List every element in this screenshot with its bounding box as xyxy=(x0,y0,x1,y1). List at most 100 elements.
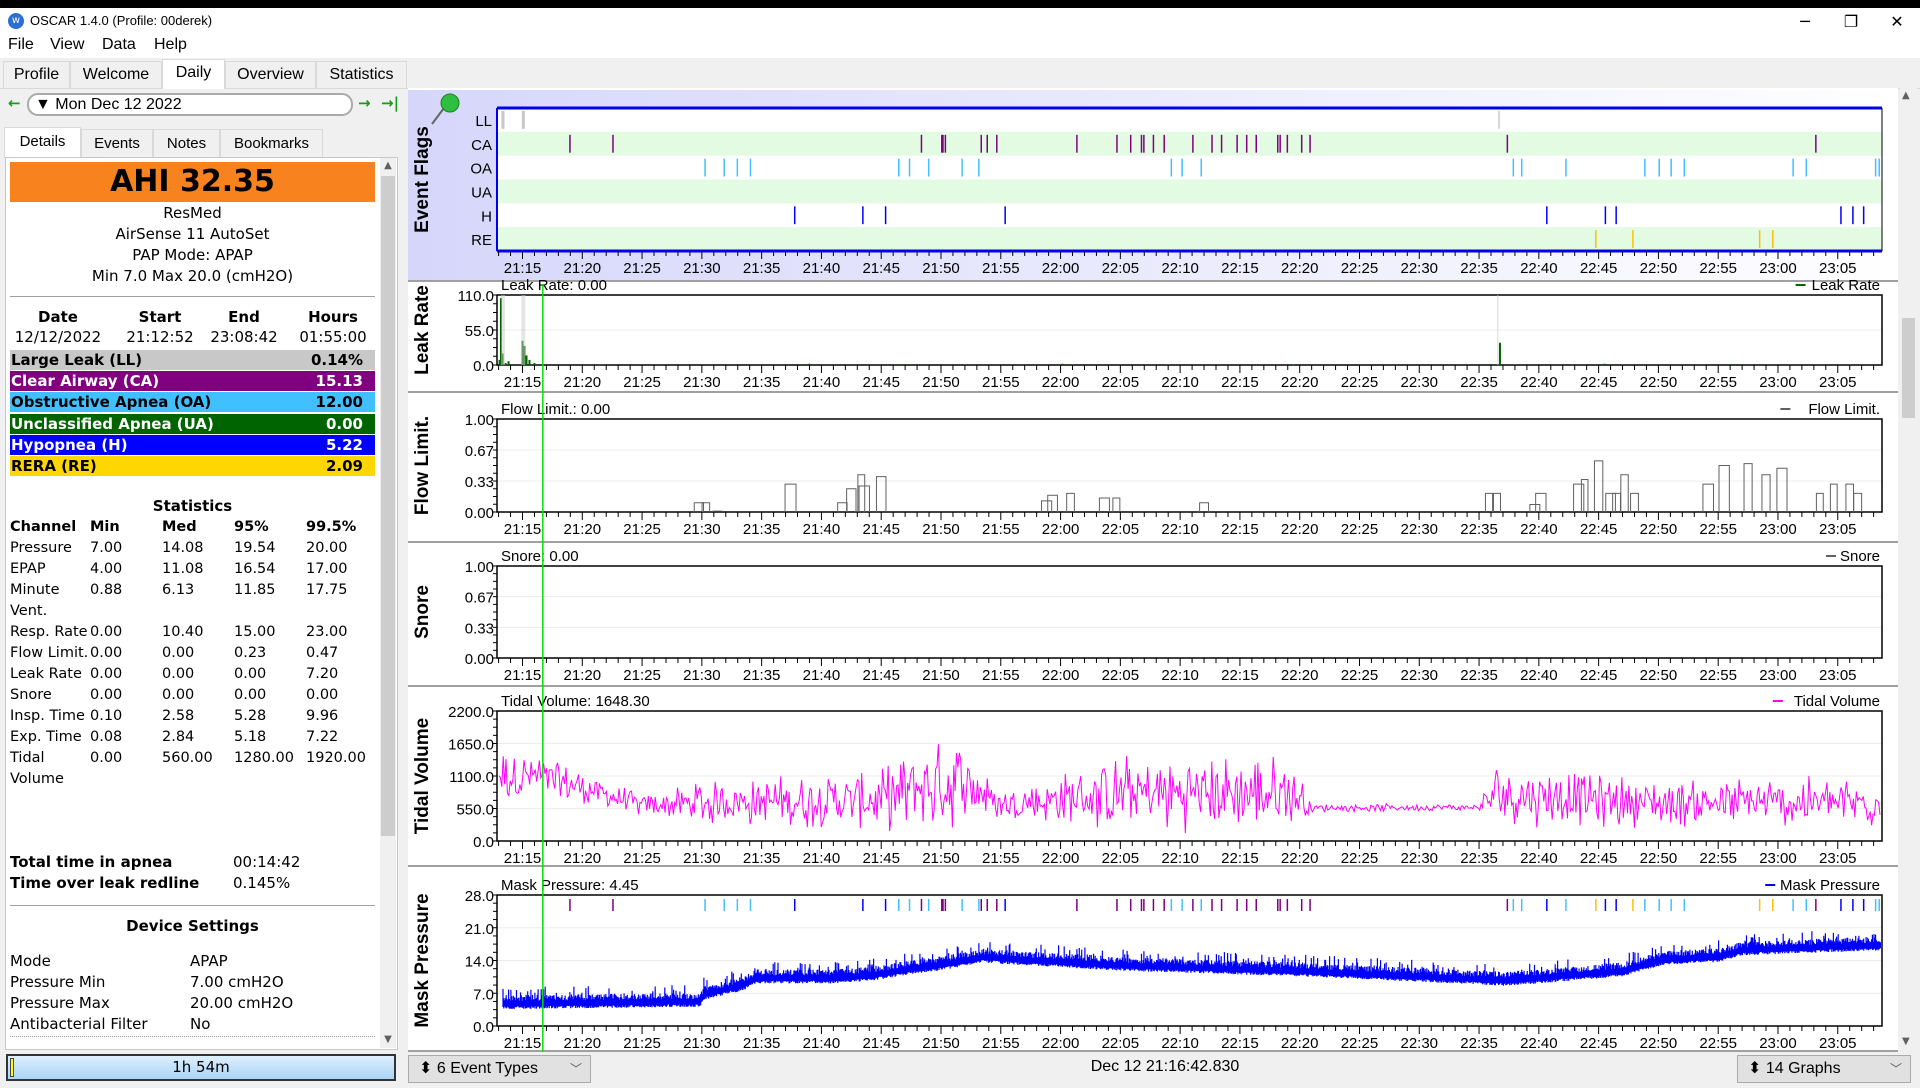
x-tick-label: 22:20 xyxy=(1281,260,1319,277)
x-tick-label: 21:15 xyxy=(504,260,542,277)
legend-label: Mask Pressure xyxy=(1780,877,1880,894)
flow-limit-pulse xyxy=(1605,492,1616,512)
flow-limit-pulse xyxy=(1041,500,1053,512)
x-tick-label: 22:00 xyxy=(1042,1035,1080,1052)
x-tick-label: 22:40 xyxy=(1520,260,1558,277)
graphs-label: 14 Graphs xyxy=(1765,1060,1841,1077)
daily-graphs[interactable]: Event FlagsLLCAOAUAHRE21:15 21:20 21:25 21:… xyxy=(0,0,1920,1088)
x-tick-label: 21:30 xyxy=(683,260,721,277)
y-tick-label: 1100.0 xyxy=(449,769,494,786)
chevron-down-icon: ﹀ xyxy=(569,1062,582,1076)
y-tick-label: 0.0 xyxy=(473,358,494,375)
flow-limit-pulse xyxy=(1047,494,1058,512)
spinner-icon: ⬍ xyxy=(1748,1060,1766,1077)
x-tick-label: 22:05 xyxy=(1102,1035,1140,1052)
x-tick-label: 21:40 xyxy=(803,850,841,867)
flow-limit-pulse xyxy=(1718,465,1730,512)
y-tick-label: 0.00 xyxy=(465,651,494,668)
x-tick-label: 22:35 xyxy=(1460,521,1498,538)
x-tick-label: 21:25 xyxy=(623,521,661,538)
x-tick-label: 22:50 xyxy=(1640,521,1678,538)
x-tick-label: 22:15 xyxy=(1221,521,1259,538)
scroll-up-icon[interactable]: ▲ xyxy=(1902,90,1910,101)
event-row-band xyxy=(497,131,1882,156)
flow-limit-pulse xyxy=(1620,474,1629,512)
flow-limit-pulse xyxy=(1593,460,1604,512)
x-tick-label: 22:05 xyxy=(1102,374,1140,391)
x-tick-label: 22:05 xyxy=(1102,521,1140,538)
legend-label: Flow Limit. xyxy=(1808,401,1880,418)
x-tick-label: 22:10 xyxy=(1161,521,1199,538)
y-tick-label: 0.0 xyxy=(473,1019,494,1036)
x-tick-label: 22:45 xyxy=(1580,667,1618,684)
x-tick-label: 22:25 xyxy=(1341,260,1379,277)
graphs-scrollbar-thumb[interactable] xyxy=(1902,318,1915,418)
x-tick-label: 21:55 xyxy=(982,260,1020,277)
x-tick-label: 22:55 xyxy=(1699,667,1737,684)
x-tick-label: 22:50 xyxy=(1640,374,1678,391)
x-tick-label: 21:15 xyxy=(504,374,542,391)
x-tick-label: 21:25 xyxy=(623,374,661,391)
y-axis-label: Snore xyxy=(412,585,433,639)
x-tick-label: 21:45 xyxy=(862,521,900,538)
x-tick-label: 22:00 xyxy=(1042,521,1080,538)
x-tick-label: 22:55 xyxy=(1699,521,1737,538)
x-tick-label: 21:15 xyxy=(504,850,542,867)
time-axis: 21:15 21:20 21:25 21:30 21:35 21:40 21:45 21:50… xyxy=(498,1026,1875,1052)
x-tick-label: 22:30 xyxy=(1400,521,1438,538)
y-tick-label: 28.0 xyxy=(465,888,494,905)
x-tick-label: 21:25 xyxy=(623,850,661,867)
time-axis: 21:15 21:20 21:25 21:30 21:35 21:40 21:45 21:50… xyxy=(498,841,1875,867)
event-row-label: OA xyxy=(470,161,492,178)
cursor-time-readout: Dec 12 21:16:42.830 xyxy=(1090,1058,1240,1075)
x-tick-label: 21:25 xyxy=(623,1035,661,1052)
y-tick-label: 110.0 xyxy=(458,288,494,305)
flow-limit-pulse xyxy=(784,483,797,512)
time-axis: 21:15 21:20 21:25 21:30 21:35 21:40 21:45 21:50… xyxy=(498,512,1875,538)
flow-limit-pulse xyxy=(1815,492,1824,512)
large-leak-span xyxy=(500,295,505,365)
x-tick-label: 22:25 xyxy=(1341,850,1379,867)
x-tick-label: 21:35 xyxy=(743,1035,781,1052)
x-tick-label: 22:50 xyxy=(1640,260,1678,277)
x-tick-label: 22:40 xyxy=(1520,850,1558,867)
x-tick-label: 22:35 xyxy=(1460,1035,1498,1052)
x-tick-label: 22:35 xyxy=(1460,374,1498,391)
x-tick-label: 22:45 xyxy=(1580,374,1618,391)
large-leak-span xyxy=(521,295,526,365)
event-types-dropdown[interactable]: ⬍ 6 Event Types ﹀ xyxy=(408,1055,591,1083)
y-tick-label: 21.0 xyxy=(465,921,494,938)
flow-limit-pulse xyxy=(1492,492,1502,512)
x-tick-label: 21:30 xyxy=(683,1035,721,1052)
x-tick-label: 22:10 xyxy=(1161,850,1199,867)
x-tick-label: 21:50 xyxy=(922,374,960,391)
event-row-label: RE xyxy=(471,232,492,249)
mask-pressure-line xyxy=(502,931,1881,1009)
x-tick-label: 21:40 xyxy=(803,521,841,538)
chevron-down-icon: ﹀ xyxy=(1889,1062,1902,1076)
x-tick-label: 21:50 xyxy=(922,260,960,277)
x-tick-label: 22:00 xyxy=(1042,850,1080,867)
y-tick-label: 55.0 xyxy=(465,323,494,340)
graphs-dropdown[interactable]: ⬍ 14 Graphs ﹀ xyxy=(1737,1055,1911,1083)
x-tick-label: 22:50 xyxy=(1640,850,1678,867)
x-tick-label: 22:00 xyxy=(1042,374,1080,391)
scroll-down-icon[interactable]: ▼ xyxy=(1902,1036,1910,1047)
graph-readout: Flow Limit.: 0.00 xyxy=(501,401,610,418)
x-tick-label: 21:20 xyxy=(564,850,602,867)
x-tick-label: 21:55 xyxy=(982,667,1020,684)
x-tick-label: 23:00 xyxy=(1759,1035,1797,1052)
y-tick-label: 0.33 xyxy=(465,474,494,491)
flow-limit-pulse xyxy=(1535,492,1547,512)
y-axis-label: Leak Rate xyxy=(412,285,433,375)
event-row-label: CA xyxy=(471,137,492,154)
plot-frame xyxy=(496,418,1883,513)
x-tick-label: 22:05 xyxy=(1102,667,1140,684)
x-tick-label: 22:10 xyxy=(1161,260,1199,277)
graph-readout: Leak Rate: 0.00 xyxy=(501,277,607,294)
event-row-band xyxy=(497,227,1882,251)
legend-label: Snore xyxy=(1840,548,1880,565)
x-tick-label: 21:35 xyxy=(743,260,781,277)
graphs-scrollbar[interactable] xyxy=(1900,88,1917,1052)
x-tick-label: 21:20 xyxy=(564,1035,602,1052)
